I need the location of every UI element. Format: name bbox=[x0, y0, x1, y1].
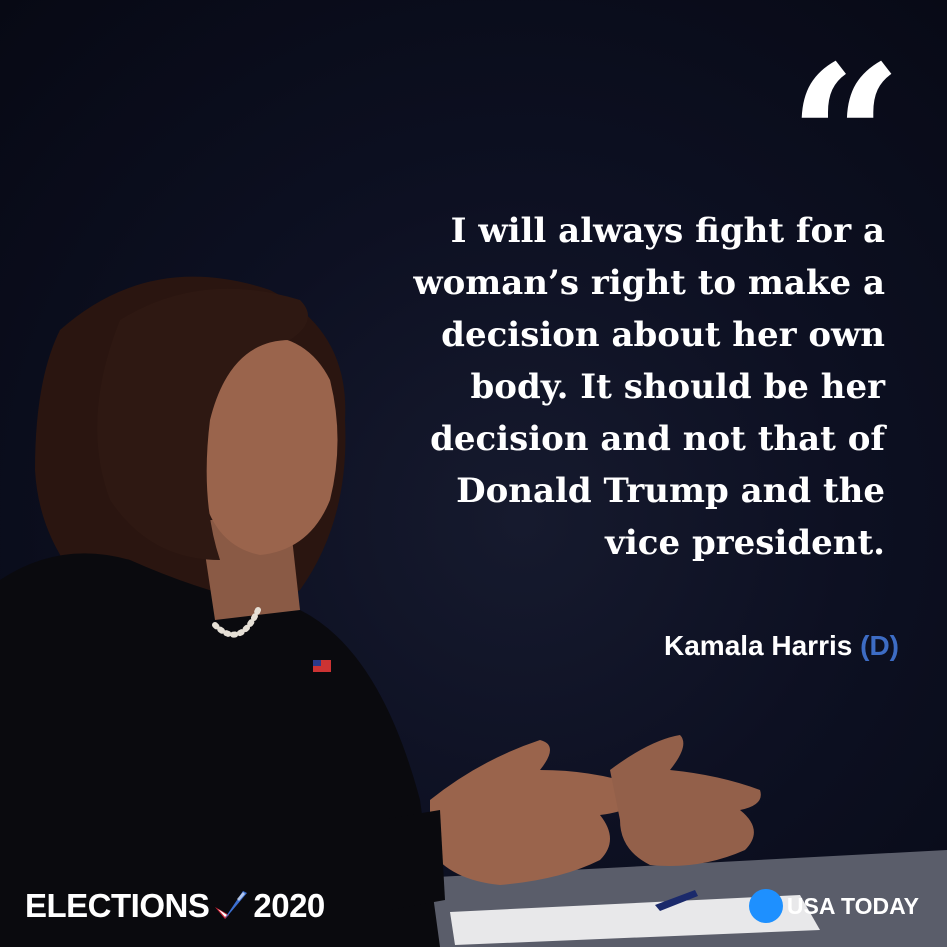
usa-today-logo: USA TODAY bbox=[748, 889, 919, 923]
quote-line: body. It should be her bbox=[470, 367, 886, 407]
quote-line: vice president. bbox=[605, 523, 885, 563]
speaker-name: Kamala Harris bbox=[664, 630, 853, 661]
quote-line: decision and not that of bbox=[430, 419, 885, 459]
checkmark-flag-icon bbox=[215, 891, 248, 919]
quote-card: “ I will always fight for a woman’s righ… bbox=[0, 0, 947, 947]
right-hand bbox=[610, 735, 761, 866]
quote-line: I will always fight for a bbox=[450, 211, 885, 251]
quote-line: woman’s right to make a bbox=[413, 263, 885, 303]
usa-today-dot-icon bbox=[748, 889, 783, 923]
quote-line: Donald Trump and the bbox=[456, 471, 885, 511]
attribution: Kamala Harris (D) bbox=[664, 630, 899, 662]
sleeve bbox=[380, 810, 445, 910]
elections-logo: ELECTIONS 2020 bbox=[25, 887, 325, 925]
party-label: (D) bbox=[860, 630, 899, 661]
quote-text: I will always fight for a woman’s right … bbox=[385, 205, 885, 569]
usa-today-wordmark: USA TODAY bbox=[786, 892, 919, 919]
left-hand bbox=[430, 740, 650, 885]
election-year: 2020 bbox=[253, 887, 325, 924]
elections-label: ELECTIONS bbox=[25, 887, 210, 924]
quote-line: decision about her own bbox=[441, 315, 885, 355]
